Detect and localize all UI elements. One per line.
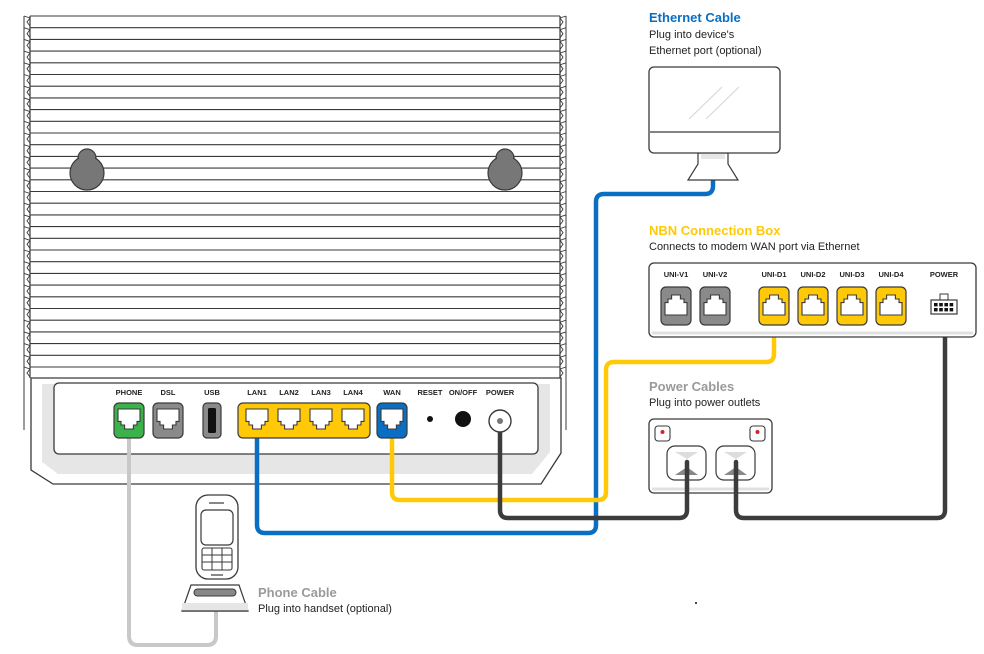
nbn-port-label: UNI-V1 [664, 270, 689, 279]
ethernet-label-line2: Ethernet port (optional) [649, 45, 762, 57]
stray-dot [695, 602, 697, 604]
nbn-label-line1: Connects to modem WAN port via Ethernet [649, 241, 860, 253]
nbn-port-uni-v1[interactable]: UNI-V1 [660, 270, 692, 326]
modem-port-label: LAN4 [343, 388, 363, 397]
power-label-line1: Plug into power outlets [649, 397, 761, 409]
phone-label-title: Phone Cable [258, 585, 337, 600]
ethernet-label-line1: Plug into device's [649, 29, 735, 41]
nbn-port-uni-v2[interactable]: UNI-V2 [699, 270, 731, 326]
nbn-port-uni-d2[interactable]: UNI-D2 [797, 270, 829, 326]
power-label-title: Power Cables [649, 379, 735, 394]
modem-port-lan1[interactable]: LAN1 [245, 388, 269, 430]
modem-port-label: RESET [417, 388, 442, 397]
nbn-label-title: NBN Connection Box [649, 223, 781, 238]
modem-port-phone[interactable]: PHONE [113, 388, 145, 439]
modem-vent-ridges [23, 15, 567, 430]
nbn-port-uni-d4[interactable]: UNI-D4 [875, 270, 907, 326]
nbn-port-label: UNI-D4 [878, 270, 904, 279]
nbn-port-label: UNI-D3 [839, 270, 864, 279]
outlet-switch-right [749, 425, 766, 442]
modem-port-usb[interactable]: USB [202, 388, 222, 439]
modem-port-lan2[interactable]: LAN2 [277, 388, 301, 430]
modem-port-label: DSL [161, 388, 176, 397]
modem-port-label: PHONE [116, 388, 143, 397]
nbn-port-label: POWER [930, 270, 959, 279]
ethernet-label-title: Ethernet Cable [649, 10, 741, 25]
nbn-port-uni-d1[interactable]: UNI-D1 [758, 270, 790, 326]
modem-port-label: USB [204, 388, 220, 397]
phone-handset [181, 494, 249, 612]
nbn-port-label: UNI-D2 [800, 270, 825, 279]
modem-port-label: POWER [486, 388, 515, 397]
power-outlet [648, 418, 773, 495]
phone-label-line1: Plug into handset (optional) [258, 603, 392, 615]
modem-port-lan4[interactable]: LAN4 [341, 388, 365, 430]
setup-diagram: PHONE DSL USB LAN1 LAN2 LAN3 LAN4 WAN RESET ON/OF… [23, 15, 977, 647]
modem-port-label: LAN2 [279, 388, 299, 397]
nbn-port-label: UNI-V2 [703, 270, 728, 279]
outlet-switch-left [654, 425, 671, 442]
modem-port-label: WAN [383, 388, 401, 397]
modem-port-label: LAN3 [311, 388, 331, 397]
nbn-port-label: UNI-D1 [761, 270, 786, 279]
nbn-port-uni-d3[interactable]: UNI-D3 [836, 270, 868, 326]
modem-port-label: ON/OFF [449, 388, 478, 397]
computer-monitor [648, 66, 781, 181]
modem-port-lan3[interactable]: LAN3 [309, 388, 333, 430]
modem-port-label: LAN1 [247, 388, 267, 397]
